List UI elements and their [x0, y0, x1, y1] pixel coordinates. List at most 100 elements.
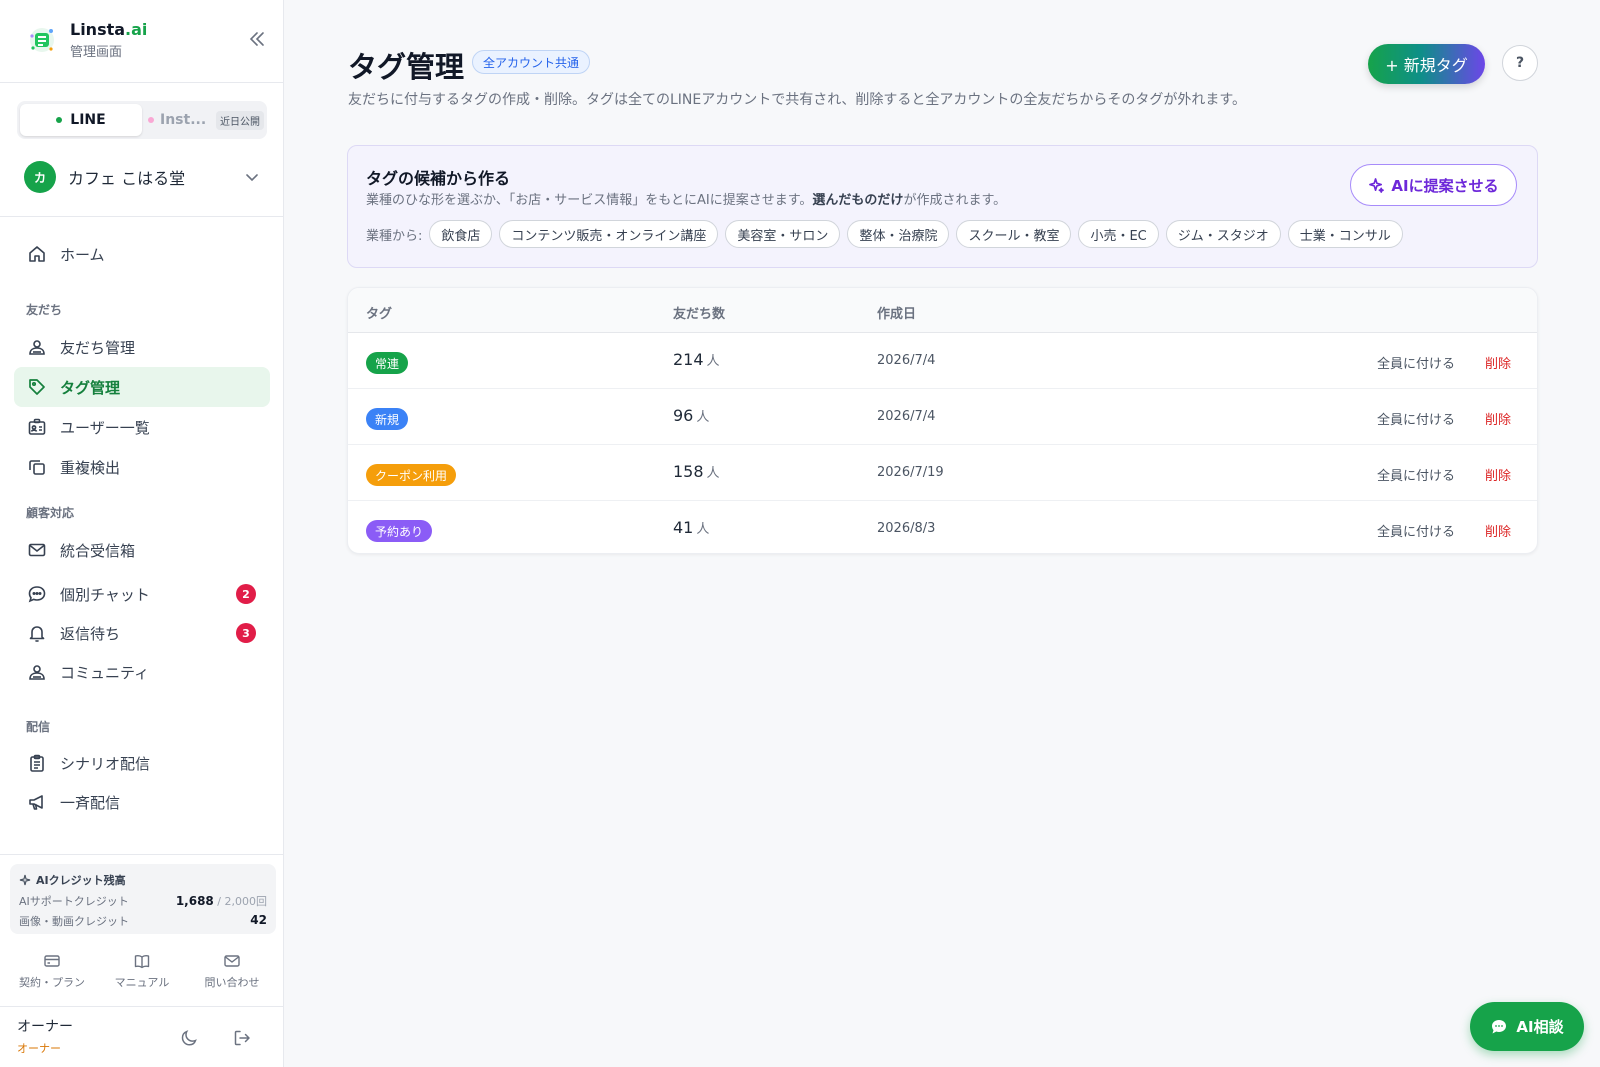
channel-switch: LINE Inst... 近日公開 [17, 101, 267, 139]
sidebar-nav: ホーム 友だち 友だち管理 タグ管理 ユーザー一覧 重複検出 顧客対応 統合受信… [14, 234, 270, 854]
ai-credits-panel: AIクレジット残高 AIサポートクレジット 1,688 / 2,000回 画像・… [10, 864, 276, 934]
assign-all-button[interactable]: 全員に付ける [1377, 353, 1455, 372]
contact-link[interactable]: 問い合わせ [190, 952, 274, 990]
mail-icon [224, 955, 240, 967]
home-icon [29, 246, 45, 262]
sidebar-item-community[interactable]: コミュニティ [14, 652, 270, 692]
owner-role: オーナー [17, 1042, 61, 1055]
moon-icon[interactable] [180, 1028, 200, 1048]
sidebar-item-duplicate-detect[interactable]: 重複検出 [14, 447, 270, 487]
coming-soon-badge: 近日公開 [216, 110, 264, 130]
nav-label: 個別チャット [60, 585, 150, 604]
friend-count: 96 人 [673, 406, 710, 425]
status-dot [56, 117, 63, 123]
industry-chip[interactable]: コンテンツ販売・オンライン講座 [499, 220, 719, 248]
industry-label: 業種から: [366, 228, 423, 244]
owner-profile: オーナー オーナー [17, 1016, 73, 1056]
users-icon [29, 340, 45, 355]
table-row: 常連 214 人 2026/7/4 全員に付ける 削除 [348, 333, 1537, 389]
sidebar-item-broadcast[interactable]: 一斉配信 [14, 782, 270, 822]
community-icon [29, 665, 45, 680]
tag-pill[interactable]: クーポン利用 [366, 464, 457, 486]
tag-icon [29, 379, 45, 395]
created-date: 2026/7/19 [877, 465, 944, 480]
tag-pill[interactable]: 常連 [366, 352, 409, 374]
main-content: タグ管理 全アカウント共通 友だちに付与するタグの作成・削除。タグは全てのLIN… [284, 0, 1600, 1067]
nav-label: タグ管理 [60, 378, 121, 397]
bell-icon [29, 626, 45, 642]
sidebar-item-user-list[interactable]: ユーザー一覧 [14, 407, 270, 447]
assign-all-button[interactable]: 全員に付ける [1377, 465, 1455, 484]
delete-button[interactable]: 削除 [1485, 521, 1511, 540]
column-header-tag: タグ [366, 307, 393, 322]
chat-bubble-icon [1492, 1019, 1507, 1033]
assign-all-button[interactable]: 全員に付ける [1377, 521, 1455, 540]
nav-label: 重複検出 [60, 458, 121, 477]
new-tag-button[interactable]: + 新規タグ [1368, 44, 1485, 84]
industry-chip[interactable]: 士業・コンサル [1287, 220, 1403, 248]
divider [0, 1006, 284, 1007]
friend-count: 158 人 [673, 462, 720, 481]
industry-chips: 業種から: 飲食店 コンテンツ販売・オンライン講座 美容室・サロン 整体・治療院… [366, 220, 1403, 248]
sidebar: Linsta.ai 管理画面 LINE Inst... 近日公開 カ カフェ こ… [0, 0, 284, 1067]
tag-pill[interactable]: 新規 [366, 408, 409, 430]
support-credit-label: AIサポートクレジット [19, 895, 129, 908]
brand-name: Linsta.ai [70, 20, 148, 39]
assign-all-button[interactable]: 全員に付ける [1377, 409, 1455, 428]
credits-title: AIクレジット残高 [19, 872, 267, 888]
brand[interactable]: Linsta.ai 管理画面 [24, 20, 147, 60]
ai-chat-button[interactable]: AI相談 [1470, 1002, 1584, 1051]
suggestion-title: タグの候補から作る [366, 169, 511, 188]
friend-count: 41 人 [673, 518, 710, 537]
industry-chip[interactable]: ジム・スタジオ [1165, 220, 1281, 248]
support-credit-value: 1,688 [175, 894, 214, 908]
industry-chip[interactable]: 整体・治療院 [847, 220, 950, 248]
unread-badge: 2 [236, 584, 256, 604]
page-title: タグ管理 [348, 50, 465, 84]
table-header: タグ 友だち数 作成日 [348, 288, 1537, 333]
sidebar-item-awaiting-reply[interactable]: 返信待ち 3 [14, 613, 270, 653]
divider [0, 854, 284, 855]
nav-label: コミュニティ [60, 663, 150, 682]
sidebar-item-home[interactable]: ホーム [14, 234, 270, 274]
nav-section-support: 顧客対応 [26, 506, 75, 520]
sparkle-icon [19, 874, 31, 886]
help-button[interactable]: ? [1502, 45, 1538, 81]
collapse-sidebar-icon[interactable] [246, 28, 268, 50]
industry-chip[interactable]: 美容室・サロン [725, 220, 841, 248]
logout-icon[interactable] [232, 1028, 252, 1048]
created-date: 2026/7/4 [877, 353, 936, 368]
page-description: 友だちに付与するタグの作成・削除。タグは全てのLINEアカウントで共有され、削除… [348, 92, 1246, 108]
table-row: 新規 96 人 2026/7/4 全員に付ける 削除 [348, 389, 1537, 445]
plan-link[interactable]: 契約・プラン [10, 952, 94, 990]
ai-suggest-button[interactable]: AIに提案させる [1350, 164, 1517, 206]
channel-tab-instagram[interactable]: Inst... [142, 112, 212, 128]
delete-button[interactable]: 削除 [1485, 465, 1511, 484]
sidebar-item-friends-manage[interactable]: 友だち管理 [14, 327, 270, 367]
delete-button[interactable]: 削除 [1485, 409, 1511, 428]
sidebar-item-tag-manage[interactable]: タグ管理 [14, 367, 270, 407]
nav-label: ホーム [60, 245, 105, 264]
account-selector[interactable]: カ カフェ こはる堂 [24, 161, 260, 193]
sidebar-item-scenario-delivery[interactable]: シナリオ配信 [14, 743, 270, 783]
nav-label: 返信待ち [60, 624, 121, 643]
sparkle-icon [1369, 177, 1385, 193]
card-icon [44, 955, 60, 967]
channel-label: Inst... [160, 112, 207, 128]
account-name: カフェ こはる堂 [68, 169, 186, 188]
created-date: 2026/8/3 [877, 521, 936, 536]
sidebar-item-unified-inbox[interactable]: 統合受信箱 [14, 530, 270, 570]
nav-label: ユーザー一覧 [60, 418, 150, 437]
sidebar-item-private-chat[interactable]: 個別チャット 2 [14, 574, 270, 614]
industry-chip[interactable]: 小売・EC [1078, 220, 1159, 248]
nav-label: 友だち管理 [60, 338, 136, 357]
delete-button[interactable]: 削除 [1485, 353, 1511, 372]
manual-link[interactable]: マニュアル [100, 952, 184, 990]
unread-badge: 3 [236, 623, 256, 643]
industry-chip[interactable]: スクール・教室 [956, 220, 1072, 248]
industry-chip[interactable]: 飲食店 [429, 220, 493, 248]
channel-tab-line[interactable]: LINE [20, 104, 142, 136]
copy-icon [29, 460, 45, 475]
scope-badge: 全アカウント共通 [472, 50, 591, 74]
tag-pill[interactable]: 予約あり [366, 520, 433, 542]
